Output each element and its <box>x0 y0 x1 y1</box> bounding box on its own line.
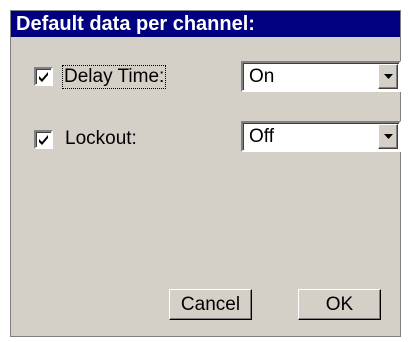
delay-time-select[interactable]: On <box>241 61 401 92</box>
delay-time-value: On <box>249 66 275 87</box>
lockout-select[interactable]: Off <box>241 121 401 152</box>
checkmark-icon <box>39 72 48 82</box>
lockout-dropdown-button[interactable] <box>378 124 398 149</box>
checkmark-icon <box>39 135 48 145</box>
lockout-label[interactable]: Lockout: <box>65 128 137 150</box>
lockout-value: Off <box>249 126 274 147</box>
delay-time-label[interactable]: Delay Time: <box>61 65 167 89</box>
chevron-down-icon <box>384 74 393 79</box>
delay-time-dropdown-button[interactable] <box>378 64 398 89</box>
default-data-dialog: Default data per channel: Delay Time: On… <box>10 10 401 337</box>
lockout-checkbox[interactable] <box>34 130 53 149</box>
delay-time-checkbox[interactable] <box>34 67 53 86</box>
cancel-button[interactable]: Cancel <box>169 289 252 320</box>
dialog-title: Default data per channel: <box>11 11 400 37</box>
chevron-down-icon <box>384 134 393 139</box>
ok-button[interactable]: OK <box>298 289 381 320</box>
